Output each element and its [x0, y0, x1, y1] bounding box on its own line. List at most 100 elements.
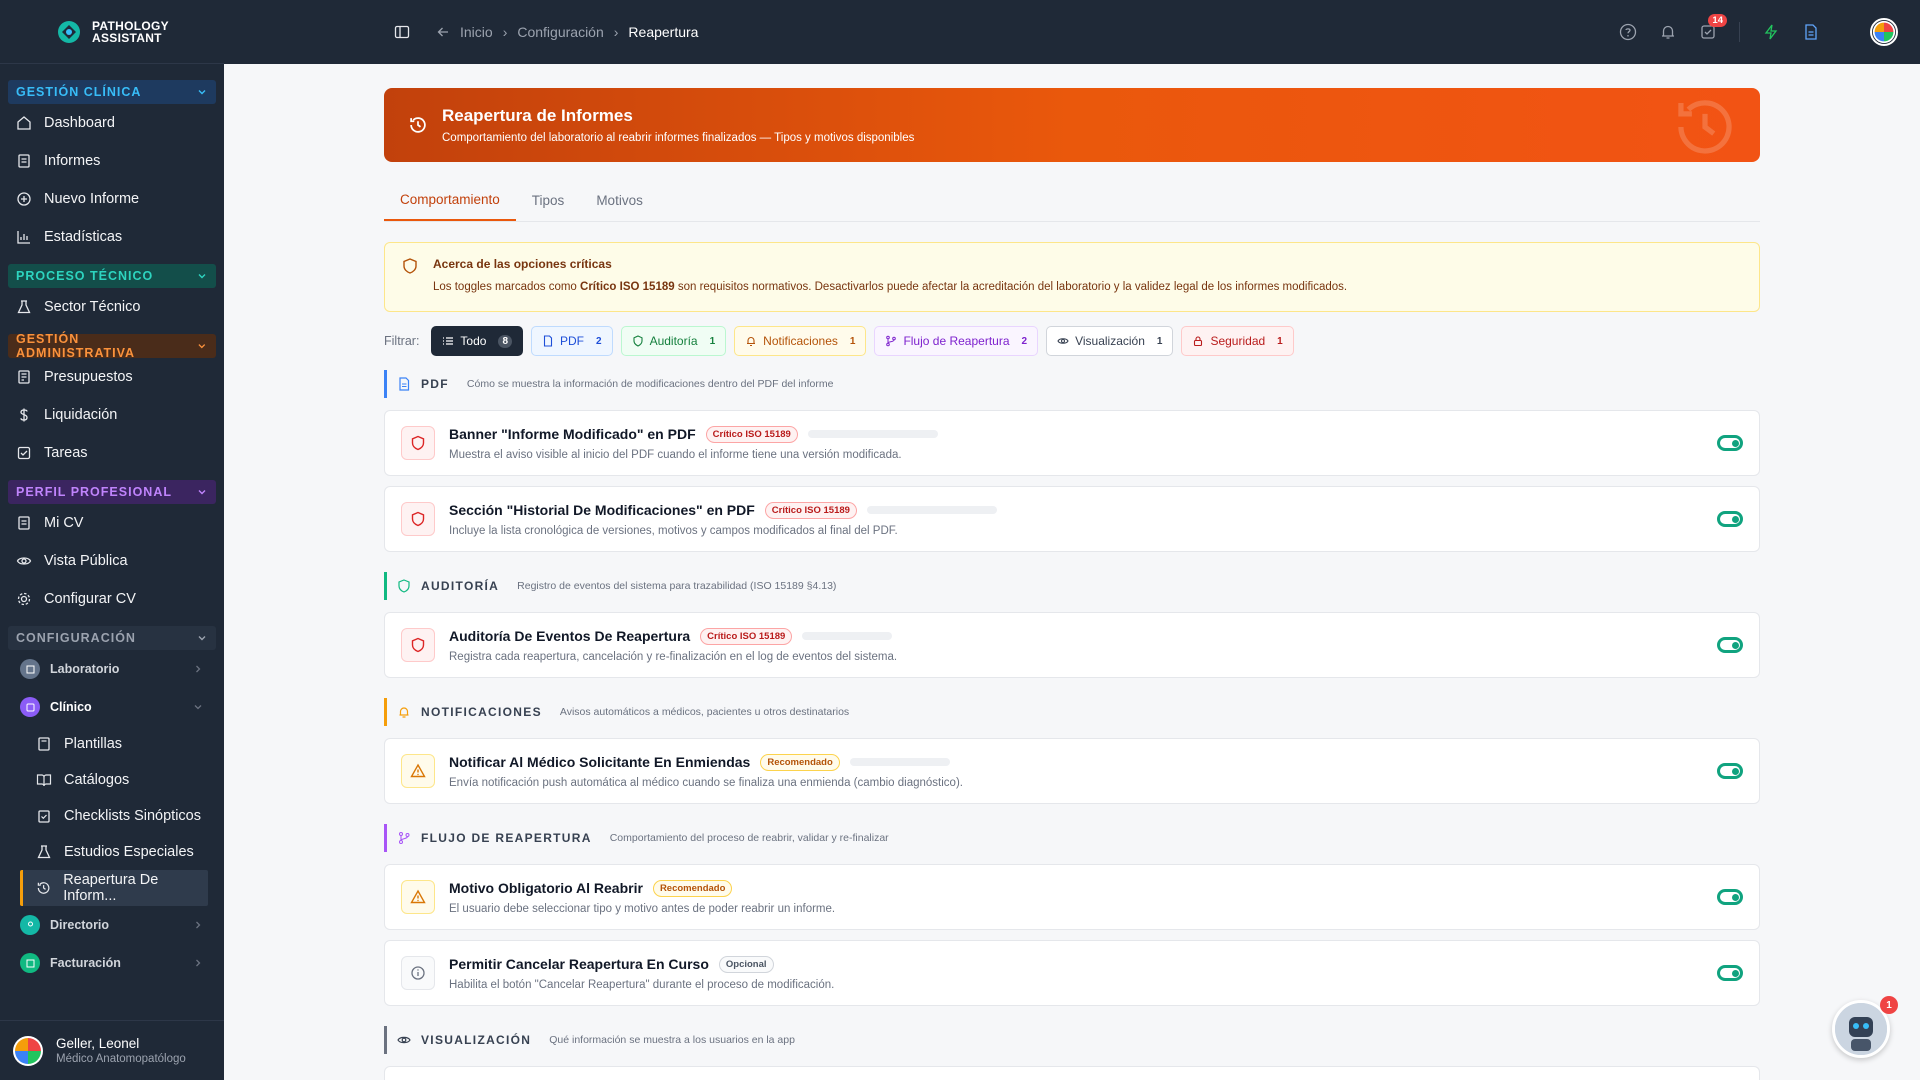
lightning-icon[interactable] — [1762, 23, 1780, 41]
section-gestion-clinica[interactable]: GESTIÓN CLÍNICA — [8, 80, 216, 104]
sidebar-item-sector-tecnico[interactable]: Sector Técnico — [8, 288, 216, 326]
toggle-switch[interactable] — [1717, 763, 1743, 779]
sidebar-item-informes[interactable]: Informes — [8, 142, 216, 180]
sidebar-item-facturacion[interactable]: Facturación — [8, 944, 216, 982]
sidebar-item-estadisticas[interactable]: Estadísticas — [8, 218, 216, 256]
breadcrumb-inicio[interactable]: Inicio — [460, 24, 493, 40]
setting-description: Incluye la lista cronológica de versione… — [449, 524, 898, 537]
tab-tipos[interactable]: Tipos — [516, 180, 581, 221]
divider — [1739, 22, 1740, 42]
eye-icon — [16, 557, 32, 565]
sidebar-item-catalogos[interactable]: Catálogos — [8, 762, 216, 798]
setting-title: Sección "Historial De Modificaciones" en… — [449, 502, 755, 518]
sidebar-item-dashboard[interactable]: Dashboard — [8, 104, 216, 142]
toggle-switch[interactable] — [1717, 965, 1743, 981]
info-icon — [401, 956, 435, 990]
help-icon[interactable] — [1619, 23, 1637, 41]
clinic-icon — [20, 697, 40, 717]
sidebar-item-mi-cv[interactable]: Mi CV — [8, 504, 216, 542]
back-arrow-icon[interactable] — [436, 25, 450, 39]
sidebar-item-plantillas[interactable]: Plantillas — [8, 726, 216, 762]
breadcrumb-separator: › — [502, 24, 508, 40]
sidebar-item-reapertura[interactable]: Reapertura De Inform... — [20, 870, 208, 906]
sidebar-item-checklists[interactable]: Checklists Sinópticos — [8, 798, 216, 834]
chevron-down-icon — [198, 274, 206, 279]
filter-chip-flujo[interactable]: Flujo de Reapertura 2 — [874, 326, 1039, 356]
gear-icon — [17, 592, 31, 606]
sidebar: PATHOLOGY ASSISTANT GESTIÓN CLÍNICA Dash… — [0, 0, 224, 1080]
template-icon — [38, 737, 50, 751]
sidebar-item-configurar-cv[interactable]: Configurar CV — [8, 580, 216, 618]
section-gestion-administrativa[interactable]: GESTIÓN ADMINISTRATIVA — [8, 332, 216, 360]
page-title: Reapertura de Informes — [442, 106, 633, 125]
receipt-icon — [18, 370, 30, 384]
bell-icon — [747, 337, 756, 347]
sidebar-item-directorio[interactable]: Directorio — [8, 906, 216, 944]
setting-title: Permitir Cancelar Reapertura En Curso — [449, 956, 709, 972]
tab-motivos[interactable]: Motivos — [580, 180, 659, 221]
page-header: Reapertura de Informes Comportamiento de… — [384, 88, 1760, 162]
sidebar-toggle-icon[interactable] — [394, 24, 410, 40]
filter-chip-pdf[interactable]: PDF 2 — [531, 326, 613, 356]
sidebar-item-laboratorio[interactable]: Laboratorio — [8, 650, 216, 688]
chevron-right-icon — [196, 921, 201, 929]
robot-icon — [1835, 1003, 1887, 1055]
toggle-switch[interactable] — [1717, 889, 1743, 905]
setting-title: Banner "Informe Modificado" en PDF — [449, 426, 696, 442]
sidebar-item-estudios-especiales[interactable]: Estudios Especiales — [8, 834, 216, 870]
flask-icon — [17, 300, 31, 314]
user-avatar[interactable] — [1870, 18, 1898, 46]
brand[interactable]: PATHOLOGY ASSISTANT — [0, 0, 224, 64]
breadcrumb-separator: › — [613, 24, 619, 40]
alert-text: Los toggles marcados como Crítico ISO 15… — [433, 281, 1348, 293]
filter-label: Filtrar: — [384, 334, 420, 348]
tasks-button[interactable]: 14 — [1699, 14, 1727, 41]
git-branch-icon — [399, 832, 410, 844]
eye-icon — [397, 1036, 411, 1044]
toggle-switch[interactable] — [1717, 435, 1743, 451]
sidebar-item-liquidacion[interactable]: Liquidación — [8, 396, 216, 434]
filter-chip-auditoria[interactable]: Auditoría 1 — [620, 326, 727, 356]
blurred-text — [866, 506, 997, 514]
section-perfil-profesional[interactable]: PERFIL PROFESIONAL — [8, 480, 216, 504]
user-menu[interactable]: Geller, Leonel Médico Anatomopatólogo — [0, 1020, 224, 1080]
file-icon[interactable] — [1802, 23, 1820, 41]
filter-chip-visualizacion[interactable]: Visualización 1 — [1046, 326, 1174, 356]
toggle-switch[interactable] — [1717, 511, 1743, 527]
bell-icon[interactable] — [1659, 23, 1677, 41]
shield-icon — [401, 502, 435, 536]
group-visualizacion: VISUALIZACIÓN Qué información se muestra… — [384, 1026, 1760, 1054]
tab-comportamiento[interactable]: Comportamiento — [384, 180, 516, 221]
setting-card-motivo-obligatorio: Motivo Obligatorio Al Reabrir Recomendado… — [384, 864, 1760, 930]
warning-icon — [401, 754, 435, 788]
section-configuracion[interactable]: CONFIGURACIÓN — [8, 626, 216, 650]
setting-card-cancelar-reapertura: Permitir Cancelar Reapertura En Curso Opc… — [384, 940, 1760, 1006]
book-open-icon — [36, 774, 52, 787]
sidebar-item-nuevo-informe[interactable]: Nuevo Informe — [8, 180, 216, 218]
section-proceso-tecnico[interactable]: PROCESO TÉCNICO — [8, 264, 216, 288]
blurred-text — [807, 430, 938, 438]
dollar-icon — [20, 408, 28, 422]
sidebar-item-vista-publica[interactable]: Vista Pública — [8, 542, 216, 580]
shield-icon — [401, 426, 435, 460]
shield-icon — [398, 579, 410, 593]
group-flujo-reapertura: FLUJO DE REAPERTURA Comportamiento del p… — [384, 824, 1760, 852]
history-watermark-icon — [1678, 100, 1732, 154]
filter-chip-notificaciones[interactable]: Notificaciones 1 — [734, 326, 867, 356]
chevron-down-icon — [194, 705, 202, 710]
sidebar-item-clinico[interactable]: Clínico — [8, 688, 216, 726]
setting-description: Muestra el aviso visible al inicio del P… — [449, 448, 902, 461]
toggle-switch[interactable] — [1717, 637, 1743, 653]
critical-badge: Crítico ISO 15189 — [764, 501, 857, 519]
breadcrumb-configuracion[interactable]: Configuración — [517, 24, 603, 40]
sidebar-item-presupuestos[interactable]: Presupuestos — [8, 358, 216, 396]
logo-icon — [58, 20, 80, 43]
filter-chip-seguridad[interactable]: Seguridad 1 — [1181, 326, 1294, 356]
sidebar-item-tareas[interactable]: Tareas — [8, 434, 216, 472]
tasks-badge: 14 — [1708, 14, 1727, 27]
tabs: Comportamiento Tipos Motivos — [384, 180, 1760, 222]
filter-chip-todo[interactable]: Todo 8 — [431, 326, 524, 356]
document-icon — [18, 154, 30, 168]
setting-description: Registra cada reapertura, cancelación y … — [449, 650, 898, 663]
setting-card-historial-pdf: Sección "Historial De Modificaciones" en… — [384, 486, 1760, 552]
